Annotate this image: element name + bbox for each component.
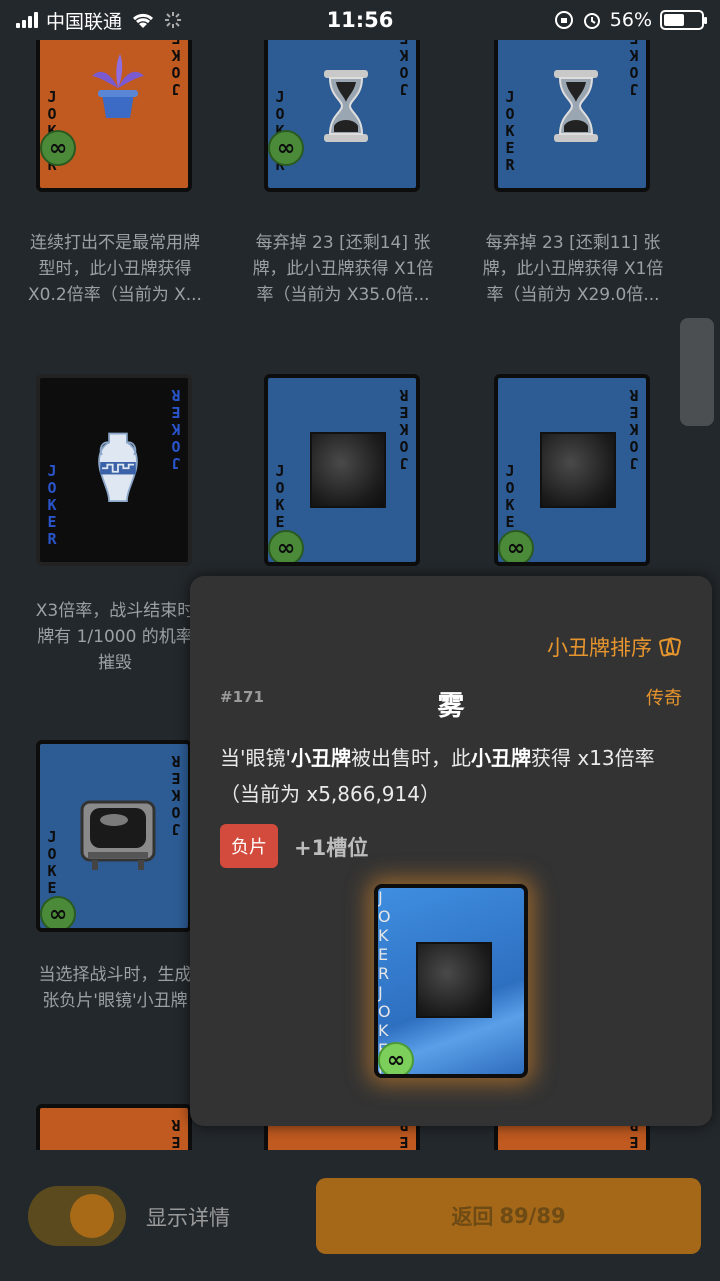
joker-description: 当选择战斗时，生成 张负片'眼镜'小丑牌 (38, 965, 192, 1011)
rarity-label: 传奇 (646, 688, 682, 709)
joker-card[interactable]: JOKER (36, 1104, 192, 1150)
joker-card[interactable]: JOKER JOKER (36, 374, 192, 566)
joker-description: 连续打出不是最常用牌 型时，此小丑牌获得 X0.2倍率（当前为 X... (28, 233, 202, 305)
fog-icon (540, 432, 616, 508)
joker-corner-text: JOKER (399, 386, 409, 472)
back-button[interactable]: 返回 89/89 (316, 1178, 701, 1254)
joker-card-preview: JOKER JOKER ∞ (374, 884, 528, 1078)
joker-corner-text: JOKER (171, 40, 181, 98)
hourglass-icon (324, 70, 368, 142)
joker-corner-text: JOKER (629, 386, 639, 472)
eternal-badge: ∞ (40, 896, 76, 928)
eternal-badge: ∞ (268, 530, 304, 562)
joker-card[interactable]: JOKER JOKER ∞ (264, 374, 420, 566)
eternal-badge: ∞ (378, 1042, 414, 1074)
show-details-toggle[interactable] (28, 1186, 126, 1246)
slot-bonus-text: +1槽位 (294, 836, 369, 860)
joker-corner-text: JOKER (171, 752, 181, 838)
eternal-badge: ∞ (40, 130, 76, 166)
joker-corner-text: JOKER (171, 386, 181, 472)
negative-edition-tag: 负片 (220, 824, 278, 868)
toggle-knob (70, 1194, 114, 1238)
greek-vase-icon (98, 432, 138, 502)
joker-description: X3倍率，战斗结束时 牌有 1/1000 的机率 摧毁 (35, 601, 195, 673)
joker-corner-text: JOKER (505, 88, 515, 174)
potted-plant-icon (92, 54, 144, 118)
status-bar: 中国联通 11:56 56% (0, 0, 720, 40)
joker-corner-text: JOKER (399, 40, 409, 98)
fog-icon (310, 432, 386, 508)
joker-corner-text: JOKER (47, 462, 57, 548)
joker-name: 雾 (437, 691, 465, 722)
joker-description: 每弃掉 23 [还剩14] 张牌，此小丑牌获得 X1倍 率（当前为 X35.0倍.… (252, 233, 434, 305)
footer-bar: 显示详情 返回 89/89 (0, 1150, 720, 1281)
joker-corner-text: JOKER (171, 1116, 181, 1150)
joker-corner-text: JOKER (629, 40, 639, 98)
hourglass-icon (554, 70, 598, 142)
show-details-label: 显示详情 (146, 1206, 230, 1230)
joker-effect-text: 当'眼镜'小丑牌被出售时，此小丑牌获得 x13倍率（当前为 x5,866,914… (220, 746, 655, 806)
cards-icon (659, 637, 681, 657)
joker-card[interactable]: JOKER JOKER ∞ (36, 740, 192, 932)
joker-detail-popup[interactable]: 小丑牌排序 #171 雾 传奇 当'眼镜'小丑牌被出售时，此小丑牌获得 x13倍… (190, 576, 712, 1126)
joker-card[interactable]: JOKER JOKER ∞ (36, 40, 192, 192)
collection-count: 89/89 (499, 1204, 566, 1228)
joker-card[interactable]: JOKER JOKER (494, 40, 650, 192)
battery-icon (660, 10, 707, 30)
eternal-badge: ∞ (268, 130, 304, 166)
fog-icon (416, 942, 492, 1018)
sort-jokers-button[interactable]: 小丑牌排序 (547, 632, 682, 662)
sort-label: 小丑牌排序 (547, 636, 652, 660)
eternal-badge: ∞ (498, 530, 534, 562)
joker-card[interactable]: JOKER JOKER ∞ (494, 374, 650, 566)
joker-description: 每弃掉 23 [还剩11] 张牌，此小丑牌获得 X1倍 率（当前为 X29.0倍.… (482, 233, 664, 305)
tv-icon (80, 800, 156, 870)
clock: 11:56 (326, 8, 394, 32)
joker-card[interactable]: JOKER JOKER ∞ (264, 40, 420, 192)
back-label: 返回 (451, 1205, 494, 1229)
scrollbar-thumb[interactable] (680, 318, 714, 426)
